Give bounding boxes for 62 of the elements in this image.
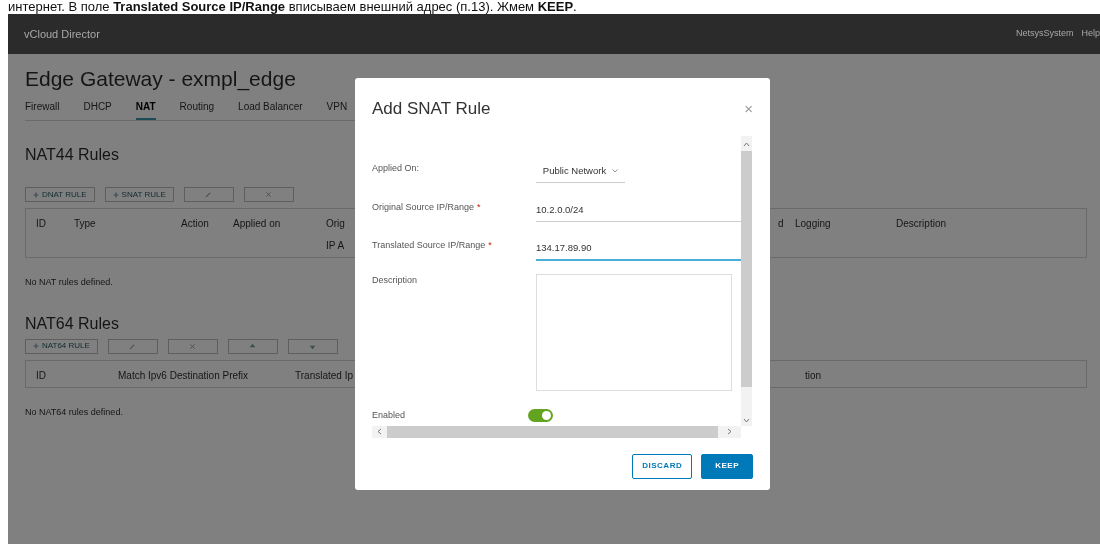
dropdown[interactable]: Public Network	[536, 161, 625, 183]
caret-icon	[612, 168, 619, 173]
icon-button[interactable]	[167, 338, 218, 354]
section-heading: NAT64 Rules	[25, 313, 119, 334]
toggle-switch[interactable]	[528, 409, 553, 423]
column-header: Logging	[795, 217, 831, 232]
column-header: d	[778, 217, 784, 232]
field-label: Enabled	[372, 410, 406, 421]
keep-button[interactable]: KEEP	[701, 453, 753, 479]
pencil-icon	[129, 342, 137, 350]
instruction-text: интернет. В поле Translated Source IP/Range вписываем внешний адрес (п.13). Жмем KEEP.	[7, 0, 578, 14]
column-header: Type	[74, 217, 96, 232]
user-menu[interactable]: NetsysSystem	[1015, 27, 1074, 41]
close-icon	[189, 342, 197, 350]
page-title: Edge Gateway - exmpl_edge	[25, 66, 297, 92]
tab[interactable]: VPN	[326, 96, 348, 121]
icon-button[interactable]	[183, 187, 234, 203]
column-header: ID	[36, 217, 46, 232]
column-header: tion	[805, 368, 822, 383]
icon-button[interactable]	[243, 187, 294, 203]
tab[interactable]: Load Balancer	[238, 96, 303, 121]
discard-button[interactable]: DISCARD	[632, 453, 693, 479]
text-area[interactable]	[536, 274, 732, 392]
help-link[interactable]: Help	[1081, 27, 1100, 41]
column-header: Match Ipv6 Destination Prefix	[118, 368, 249, 383]
required-mark: *	[477, 201, 481, 212]
icon-button[interactable]	[227, 338, 278, 354]
column-header: Applied on	[233, 217, 281, 232]
vertical-scrollbar[interactable]	[741, 135, 752, 426]
empty-message: No NAT64 rules defined.	[25, 405, 123, 419]
dialog-title: Add SNAT Rule	[372, 98, 491, 120]
column-header: Action	[181, 217, 209, 232]
empty-message: No NAT rules defined.	[25, 276, 113, 290]
column-header: Orig	[326, 217, 345, 232]
close-icon	[265, 191, 273, 199]
close-button[interactable]: ×	[744, 101, 753, 117]
column-header: ID	[36, 368, 46, 383]
plus-icon	[112, 191, 119, 198]
add-rule-button[interactable]: DNAT RULE	[25, 187, 95, 203]
field-label: Applied On:	[372, 162, 420, 173]
add-rule-button[interactable]: NAT64 RULE	[25, 338, 98, 354]
icon-button[interactable]	[107, 338, 158, 354]
field-label: Translated Source IP/Range	[372, 240, 486, 250]
column-header: Translated Ip	[295, 368, 353, 383]
section-heading: NAT44 Rules	[25, 145, 119, 166]
icon-button[interactable]	[287, 338, 338, 354]
tab[interactable]: Firewall	[25, 96, 60, 121]
tab[interactable]: DHCP	[83, 96, 112, 121]
required-mark: *	[488, 240, 492, 250]
app-brand: vCloud Director	[24, 26, 100, 42]
tab[interactable]: Routing	[179, 96, 215, 121]
plus-icon	[33, 191, 39, 198]
field-label: Description	[372, 275, 418, 286]
field-label: Original Source IP/Range	[372, 201, 475, 212]
plus-icon	[33, 343, 39, 350]
up-arrow-icon	[249, 342, 257, 350]
add-rule-button[interactable]: SNAT RULE	[104, 187, 174, 203]
horizontal-scrollbar[interactable]	[372, 425, 741, 438]
pencil-icon	[205, 191, 213, 199]
column-header: Description	[896, 217, 947, 232]
column-header: IP A	[326, 239, 345, 254]
tab[interactable]: NAT	[135, 96, 156, 121]
